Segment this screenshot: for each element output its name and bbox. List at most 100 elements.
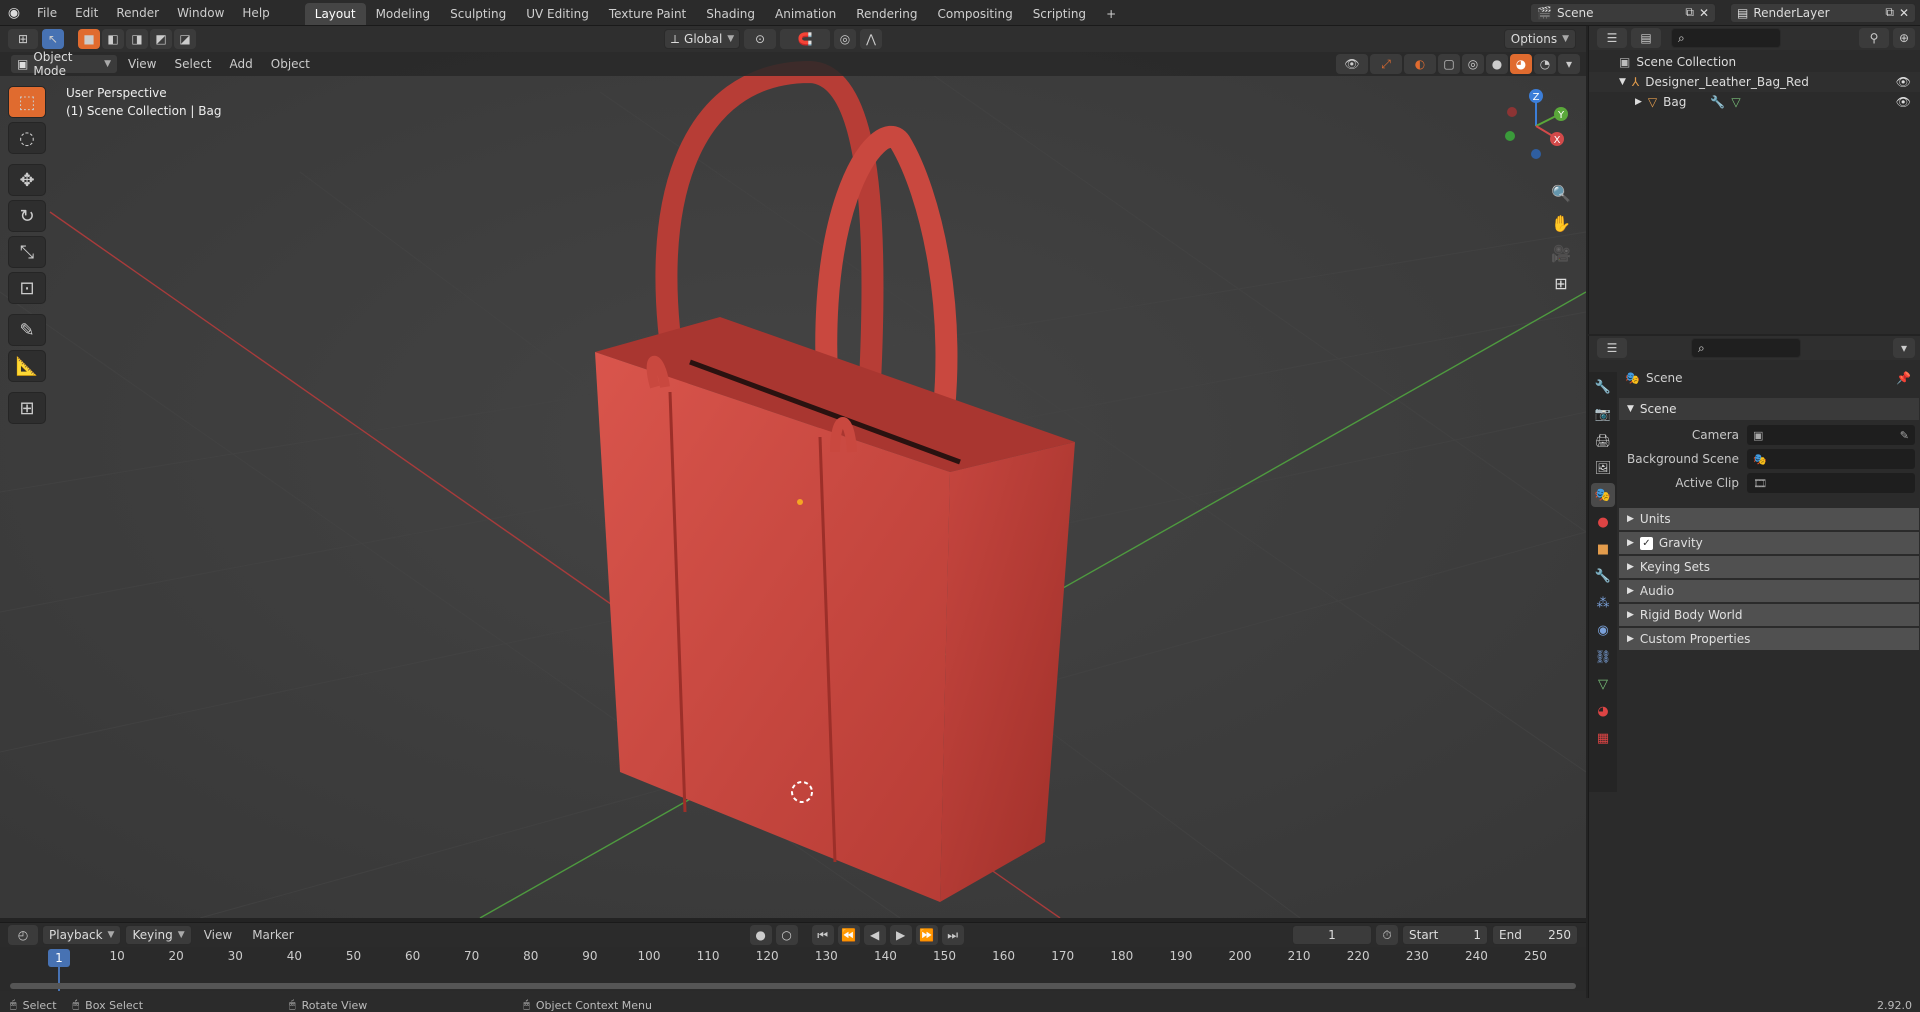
playback-dropdown[interactable]: Playback ▼ — [42, 925, 122, 945]
audio-panel-header[interactable]: ▶ Audio — [1619, 580, 1919, 602]
object-mode-dropdown[interactable]: ▣ Object Mode ▼ — [10, 50, 118, 78]
timeline-menu-view[interactable]: View — [196, 928, 240, 942]
shading-options-icon[interactable]: ▾ — [1558, 54, 1580, 74]
xray-icon[interactable]: ▢ — [1438, 54, 1460, 74]
active-clip-field[interactable]: 🎞 — [1747, 473, 1915, 493]
outliner-search[interactable]: ⌕ — [1671, 28, 1781, 48]
frame-cursor[interactable]: 1 — [48, 949, 70, 967]
tab-rendering[interactable]: Rendering — [846, 3, 927, 25]
start-frame-field[interactable]: Start 1 — [1402, 925, 1488, 945]
tab-animation[interactable]: Animation — [765, 3, 846, 25]
material-tab-icon[interactable]: ◕ — [1591, 699, 1615, 723]
menu-help[interactable]: Help — [233, 0, 278, 26]
mode-difference-icon[interactable]: ◩ — [150, 29, 172, 49]
move-icon[interactable]: ✥ — [8, 164, 46, 196]
data-tab-icon[interactable]: ▽ — [1591, 672, 1615, 696]
tool-tab-icon[interactable]: 🔧 — [1591, 375, 1615, 399]
pan-hand-icon[interactable]: ✋ — [1548, 210, 1574, 236]
filter-icon[interactable]: ⚲ — [1859, 28, 1889, 48]
editor-type-button[interactable]: ◴ — [8, 925, 38, 945]
tab-shading[interactable]: Shading — [696, 3, 765, 25]
viewport-menu-select[interactable]: Select — [166, 57, 219, 71]
add-cube-icon[interactable]: ⊞ — [8, 392, 46, 424]
modifier-tab-icon[interactable]: 🔧 — [1591, 564, 1615, 588]
mode-extend-icon[interactable]: ◧ — [102, 29, 124, 49]
falloff-icon[interactable]: ⋀ — [860, 29, 882, 49]
record-icon[interactable]: ● — [749, 925, 772, 945]
display-mode-button[interactable]: ▤ — [1631, 28, 1661, 48]
viewport-menu-object[interactable]: Object — [263, 57, 318, 71]
outliner-row-scene-collection[interactable]: ▣ Scene Collection — [1589, 52, 1920, 72]
pin-icon[interactable]: 📌 — [1896, 371, 1911, 385]
camera-field[interactable]: ▣ ✎ — [1747, 425, 1915, 445]
ortho-grid-icon[interactable]: ⊞ — [1548, 270, 1574, 296]
render-tab-icon[interactable]: 📷 — [1591, 402, 1615, 426]
select-tool-icon[interactable]: ↖ — [42, 29, 64, 49]
background-scene-field[interactable]: 🎭 — [1747, 449, 1915, 469]
play-icon[interactable]: ▶ — [889, 925, 912, 945]
play-reverse-icon[interactable]: ◀ — [863, 925, 886, 945]
blender-logo-icon[interactable]: ◉ — [0, 5, 28, 21]
world-tab-icon[interactable]: ● — [1591, 510, 1615, 534]
visibility-icon[interactable]: 👁 — [1336, 54, 1368, 74]
menu-edit[interactable]: Edit — [66, 0, 107, 26]
disclosure-down-icon[interactable]: ▼ — [1619, 77, 1626, 87]
timeline-menu-marker[interactable]: Marker — [244, 928, 301, 942]
menu-render[interactable]: Render — [107, 0, 168, 26]
current-frame-field[interactable]: 1 — [1292, 925, 1372, 945]
shading-wireframe-icon[interactable]: ◎ — [1462, 54, 1484, 74]
object-tab-icon[interactable]: ■ — [1591, 537, 1615, 561]
editor-type-button[interactable]: ☰ — [1597, 28, 1627, 48]
select-box-icon[interactable]: ⬚ — [8, 86, 46, 118]
gravity-checkbox[interactable]: ✓ — [1639, 536, 1653, 550]
editor-type-button[interactable]: ⊞ — [8, 29, 38, 49]
eye-icon[interactable]: 👁 — [1896, 95, 1911, 109]
navigation-gizmo[interactable]: Z Y X — [1496, 86, 1576, 166]
transform-icon[interactable]: ⊡ — [8, 272, 46, 304]
particles-tab-icon[interactable]: ⁂ — [1591, 591, 1615, 615]
scene-selector[interactable]: 🎬 Scene ⧉ ✕ — [1530, 2, 1716, 23]
zoom-icon[interactable]: 🔍 — [1548, 180, 1574, 206]
outliner-row-bag-collection[interactable]: ▼ ⅄ Designer_Leather_Bag_Red 👁 — [1589, 72, 1920, 92]
gizmo-toggle-icon[interactable]: ⤢ — [1370, 54, 1402, 74]
gravity-panel-header[interactable]: ▶ ✓ Gravity — [1619, 532, 1919, 554]
shading-rendered-icon[interactable]: ◔ — [1534, 54, 1556, 74]
outliner-row-bag[interactable]: ▶ ▽ Bag 🔧 ▽ 👁 — [1589, 92, 1920, 112]
overlay-toggle-icon[interactable]: ◐ — [1404, 54, 1436, 74]
measure-icon[interactable]: 📐 — [8, 350, 46, 382]
scene-panel-header[interactable]: ▼ Scene — [1619, 398, 1919, 420]
mode-subtract-icon[interactable]: ◨ — [126, 29, 148, 49]
disclosure-right-icon[interactable]: ▶ — [1635, 97, 1642, 107]
physics-tab-icon[interactable]: ◉ — [1591, 618, 1615, 642]
view-layer-tab-icon[interactable]: 🖼 — [1591, 456, 1615, 480]
tab-compositing[interactable]: Compositing — [927, 3, 1022, 25]
preview-range-icon[interactable]: ⏱ — [1376, 925, 1398, 945]
cursor-icon[interactable]: ◌ — [8, 122, 46, 154]
viewport-menu-view[interactable]: View — [120, 57, 164, 71]
options-dropdown[interactable]: Options ▼ — [1503, 29, 1576, 49]
jump-start-icon[interactable]: ⏮ — [811, 925, 834, 945]
close-icon[interactable]: ✕ — [1699, 6, 1709, 20]
scale-icon[interactable]: ⤡ — [8, 236, 46, 268]
timeline-scrollbar[interactable] — [10, 983, 1576, 989]
eyedropper-icon[interactable]: ✎ — [1900, 429, 1909, 442]
mode-set-icon[interactable]: ■ — [78, 29, 100, 49]
tab-sculpting[interactable]: Sculpting — [440, 3, 516, 25]
keyframe-icon[interactable]: ○ — [775, 925, 798, 945]
custom-properties-panel-header[interactable]: ▶ Custom Properties — [1619, 628, 1919, 650]
output-tab-icon[interactable]: 🖨 — [1591, 429, 1615, 453]
copy-icon[interactable]: ⧉ — [1885, 5, 1894, 20]
prev-keyframe-icon[interactable]: ⏪ — [837, 925, 860, 945]
scene-tab-icon[interactable]: 🎭 — [1591, 483, 1615, 507]
annotate-icon[interactable]: ✎ — [8, 314, 46, 346]
texture-tab-icon[interactable]: ▦ — [1591, 726, 1615, 750]
tab-scripting[interactable]: Scripting — [1023, 3, 1096, 25]
next-keyframe-icon[interactable]: ⏩ — [915, 925, 938, 945]
shading-solid-icon[interactable]: ● — [1486, 54, 1508, 74]
tab-texture-paint[interactable]: Texture Paint — [599, 3, 696, 25]
eye-icon[interactable]: 👁 — [1896, 75, 1911, 89]
menu-file[interactable]: File — [28, 0, 66, 26]
mode-intersect-icon[interactable]: ◪ — [174, 29, 196, 49]
keying-dropdown[interactable]: Keying ▼ — [125, 925, 192, 945]
add-workspace-button[interactable]: + — [1096, 3, 1126, 25]
